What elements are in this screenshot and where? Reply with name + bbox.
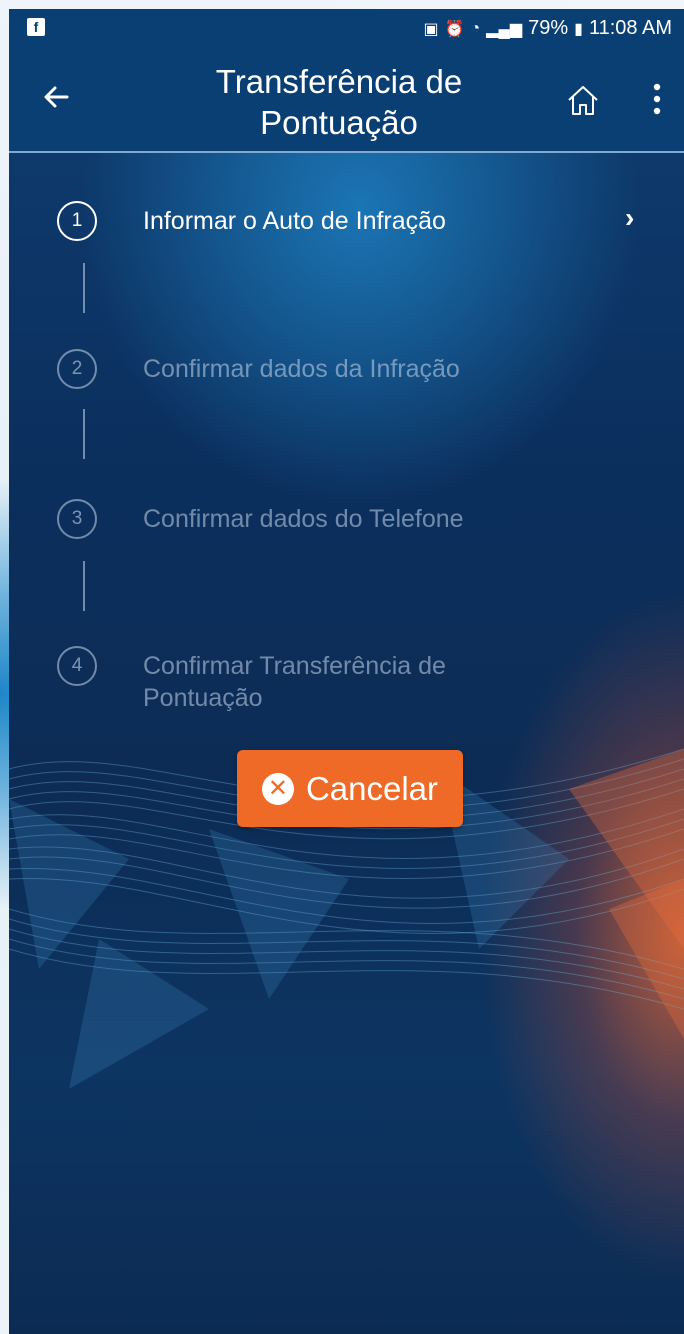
step-4-row: 4 Confirmar Transferência de Pontuação [57, 646, 657, 726]
step-1-label: Informar o Auto de Infração [143, 207, 446, 235]
app-bar: Transferência de Pontuação [9, 47, 684, 153]
step-4-label: Confirmar Transferência de Pontuação [143, 652, 446, 712]
home-icon [568, 86, 598, 115]
more-vertical-icon [653, 83, 661, 115]
lock-icon: ▣ [423, 20, 439, 38]
step-3-row: 3 Confirmar dados do Telefone [57, 499, 657, 559]
step-2-label: Confirmar dados da Infração [143, 355, 460, 383]
status-bar: f ▣ ⏰ ◔ ▂▄▆ 79% ▮ 11:08 AM [9, 9, 684, 47]
step-1-number: 1 [57, 201, 97, 241]
chevron-right-icon: › [625, 202, 635, 233]
battery-icon: ▮ [574, 20, 583, 38]
signal-icon: ▂▄▆ [486, 20, 523, 38]
arrow-left-icon [44, 86, 69, 108]
step-connector [83, 409, 85, 459]
clock: 11:08 AM [588, 17, 672, 39]
step-2-row: 2 Confirmar dados da Infração [57, 349, 657, 409]
status-icons: ▣ ⏰ ◔ ▂▄▆ 79% ▮ 11:08 AM [423, 17, 672, 40]
back-button[interactable] [37, 77, 77, 117]
step-3-number: 3 [57, 499, 97, 539]
cancel-button[interactable]: ✕ Cancelar [237, 750, 463, 827]
step-connector [83, 263, 85, 313]
facebook-notification-icon: f [27, 18, 45, 36]
close-circle-icon: ✕ [261, 772, 294, 805]
page-title: Transferência de Pontuação [215, 63, 463, 141]
step-3-label: Confirmar dados do Telefone [143, 505, 464, 533]
app-screen: f ▣ ⏰ ◔ ▂▄▆ 79% ▮ 11:08 AM Transferência… [9, 9, 684, 1334]
step-connector [83, 561, 85, 611]
battery-percent: 79% [528, 17, 569, 39]
cancel-button-label: Cancelar [305, 769, 439, 807]
step-2-number: 2 [57, 349, 97, 389]
home-button[interactable] [565, 83, 601, 117]
wifi-icon: ◔ [470, 19, 481, 37]
step-4-number: 4 [57, 646, 97, 686]
step-1-row[interactable]: 1 Informar o Auto de Infração › [57, 201, 657, 261]
more-options-button[interactable] [645, 77, 669, 121]
alarm-icon: ⏰ [444, 20, 465, 38]
